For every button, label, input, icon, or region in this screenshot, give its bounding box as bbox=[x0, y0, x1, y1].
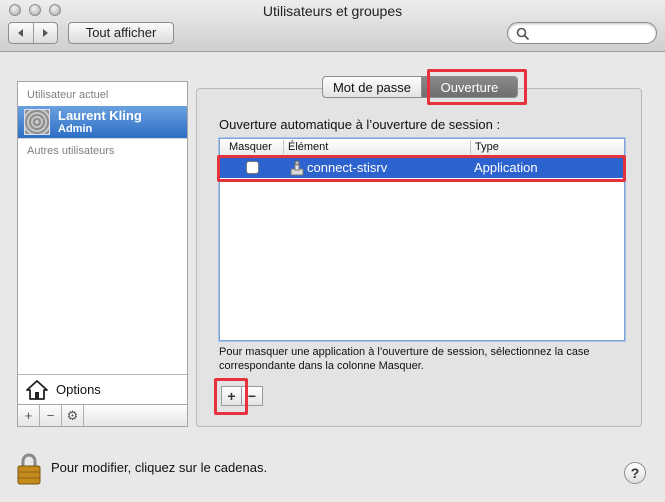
user-row-current[interactable]: Laurent Kling Admin bbox=[18, 106, 187, 138]
users-panel-footer: + − ⚙ bbox=[18, 404, 187, 426]
current-user-section-label: Utilisateur actuel bbox=[27, 89, 109, 101]
hide-hint-text: Pour masquer une application à l’ouvertu… bbox=[219, 346, 590, 372]
login-items-heading: Ouverture automatique à l’ouverture de s… bbox=[219, 117, 501, 132]
options-label: Options bbox=[56, 382, 101, 397]
table-header: Masquer Élément Type bbox=[220, 139, 624, 156]
search-input[interactable] bbox=[532, 25, 650, 41]
gear-icon[interactable]: ⚙ bbox=[62, 405, 84, 426]
user-role: Admin bbox=[58, 123, 93, 135]
forward-button[interactable] bbox=[32, 23, 58, 43]
back-button[interactable] bbox=[9, 23, 33, 43]
title-bar: Utilisateurs et groupes Tout afficher bbox=[0, 0, 665, 52]
tab-password[interactable]: Mot de passe bbox=[323, 77, 422, 97]
chevron-right-icon bbox=[43, 29, 49, 37]
lock-message: Pour modifier, cliquez sur le cadenas. bbox=[51, 460, 268, 475]
add-user-button[interactable]: + bbox=[18, 405, 40, 426]
remove-user-button[interactable]: − bbox=[40, 405, 62, 426]
preferences-window: Utilisateurs et groupes Tout afficher Ut… bbox=[0, 0, 665, 502]
column-header-item[interactable]: Élément bbox=[288, 141, 328, 153]
window-title: Utilisateurs et groupes bbox=[262, 3, 403, 19]
users-list-panel: Utilisateur actuel Laurent Kling Admin A… bbox=[17, 81, 188, 427]
search-icon bbox=[516, 27, 530, 41]
column-header-type[interactable]: Type bbox=[475, 141, 499, 153]
lock-icon[interactable] bbox=[15, 452, 43, 486]
highlight-box-add bbox=[214, 378, 248, 415]
avatar bbox=[24, 109, 50, 135]
login-options-row[interactable]: Options bbox=[18, 374, 187, 404]
chevron-left-icon bbox=[17, 29, 23, 37]
highlight-box-row bbox=[217, 155, 626, 182]
search-field[interactable] bbox=[507, 22, 657, 44]
column-divider bbox=[283, 140, 284, 154]
other-users-section-label: Autres utilisateurs bbox=[18, 138, 187, 157]
highlight-box-tab bbox=[427, 69, 527, 105]
show-all-button[interactable]: Tout afficher bbox=[68, 22, 174, 44]
house-icon bbox=[26, 380, 48, 400]
help-button[interactable]: ? bbox=[624, 462, 646, 484]
user-name: Laurent Kling bbox=[58, 108, 142, 123]
column-header-hide[interactable]: Masquer bbox=[229, 141, 272, 153]
back-forward-group bbox=[8, 22, 58, 44]
column-divider bbox=[470, 140, 471, 154]
